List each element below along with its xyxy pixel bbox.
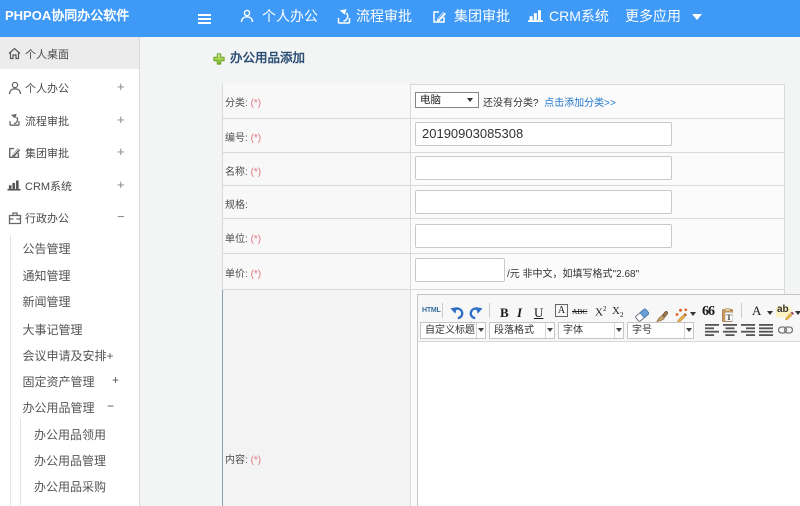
svg-text:T: T: [726, 312, 732, 322]
